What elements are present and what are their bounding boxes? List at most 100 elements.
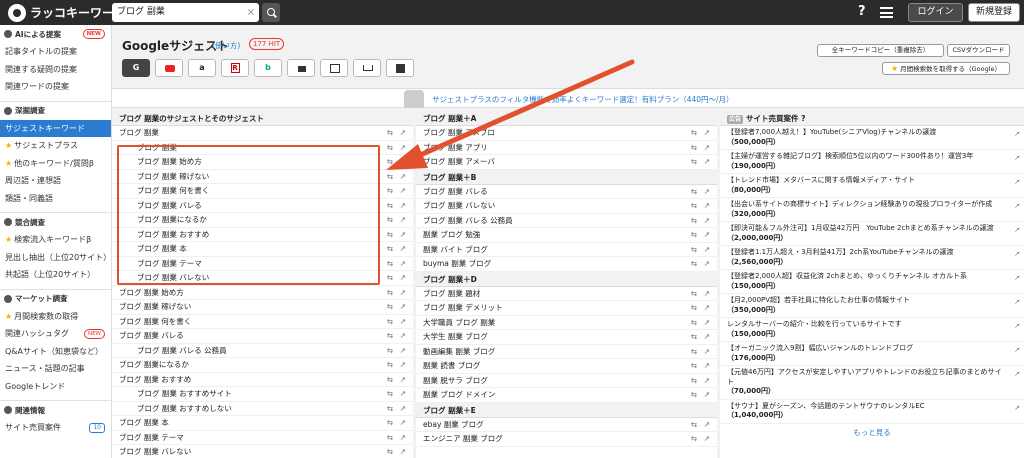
keyword-text[interactable]: buyma 副業 ブログ <box>423 259 491 268</box>
open-icon[interactable]: ↗ <box>400 445 406 458</box>
keyword-text[interactable]: 大学生 副業 ブログ <box>423 332 488 341</box>
sidebar-item[interactable]: Q&Aサイト（知恵袋など） <box>0 343 111 361</box>
open-icon[interactable]: ↗ <box>1014 250 1020 260</box>
keyword-text[interactable]: ブログ 副業 おすすめ <box>119 375 191 384</box>
sidebar-item[interactable]: サジェストキーワード <box>0 119 111 137</box>
keyword-text[interactable]: ブログ 副業 バレる <box>119 331 184 340</box>
sidebar-item[interactable]: ニュース・話題の記事 <box>0 360 111 378</box>
open-icon[interactable]: ↗ <box>704 141 710 156</box>
keyword-text[interactable]: 副業 ブログ 勉強 <box>423 230 480 239</box>
copy-icon[interactable]: ⇆ <box>387 329 393 344</box>
suggest-row[interactable]: ブログ 副業 デメリット ⇆ ↗ <box>416 301 717 316</box>
open-icon[interactable]: ↗ <box>400 126 406 141</box>
keyword-text[interactable]: 副業 バイト ブログ <box>423 245 488 254</box>
sidebar-item[interactable]: 類語・同義語 <box>0 190 111 208</box>
open-icon[interactable]: ↗ <box>400 300 406 315</box>
keyword-text[interactable]: ブログ 副業 テーマ <box>119 433 184 442</box>
copy-icon[interactable]: ⇆ <box>387 431 393 446</box>
open-icon[interactable]: ↗ <box>704 287 710 302</box>
sale-listing[interactable]: 【月2,000PV超】若手社員に特化したお仕事の情報サイト （350,000円） ↗ <box>720 294 1024 318</box>
copy-icon[interactable]: ⇆ <box>387 228 393 243</box>
open-icon[interactable]: ↗ <box>704 199 710 214</box>
copy-icon[interactable]: ⇆ <box>387 286 393 301</box>
copy-icon[interactable]: ⇆ <box>691 199 697 214</box>
copy-icon[interactable]: ⇆ <box>691 418 697 433</box>
open-icon[interactable]: ↗ <box>1014 370 1020 380</box>
suggest-row[interactable]: ブログ 副業 バレる 公務員 ⇆ ↗ <box>112 344 413 358</box>
open-icon[interactable]: ↗ <box>704 418 710 433</box>
copy-icon[interactable]: ⇆ <box>691 214 697 229</box>
keyword-text[interactable]: ブログ 副業 アプリ <box>423 143 488 152</box>
sidebar-item[interactable]: 見出し抽出（上位20サイト） <box>0 249 111 267</box>
listing-title[interactable]: 【登録者2,000人超】収益化済 2chまとめ、ゆっくりチャンネル オカルト系 <box>727 272 1008 282</box>
open-icon[interactable]: ↗ <box>400 141 406 156</box>
open-icon[interactable]: ↗ <box>1014 346 1020 356</box>
suggest-row[interactable]: ブログ 副業 始め方 ⇆ ↗ <box>112 286 413 301</box>
copy-icon[interactable]: ⇆ <box>691 301 697 316</box>
sidebar-item[interactable]: ★ 他のキーワード/質問β <box>0 155 111 173</box>
open-icon[interactable]: ↗ <box>400 315 406 330</box>
suggest-row[interactable]: ブログ 副業 バレる 公務員 ⇆ ↗ <box>416 214 717 229</box>
keyword-text[interactable]: ブログ 副業 デメリット <box>423 303 503 312</box>
copy-icon[interactable]: ⇆ <box>387 141 393 156</box>
keyword-text[interactable]: ブログ 副業 バレる <box>423 187 488 196</box>
logo[interactable]: ラッコキーワード <box>8 3 126 22</box>
open-icon[interactable]: ↗ <box>400 257 406 272</box>
suggest-row[interactable]: ブログ 副業 アメーバ ⇆ ↗ <box>416 155 717 170</box>
search-input[interactable]: ブログ 副業 × <box>112 3 259 22</box>
open-icon[interactable]: ↗ <box>704 126 710 141</box>
keyword-text[interactable]: 副業 読書 ブログ <box>423 361 480 370</box>
suggest-row[interactable]: ブログ 副業 テーマ ⇆ ↗ <box>112 431 413 446</box>
rakuten-tab[interactable]: R <box>221 59 249 77</box>
open-icon[interactable]: ↗ <box>704 155 710 170</box>
open-icon[interactable]: ↗ <box>704 330 710 345</box>
keyword-text[interactable]: ブログ 副業 何を書く <box>119 317 191 326</box>
suggest-row[interactable]: 副業 読書 ブログ ⇆ ↗ <box>416 359 717 374</box>
keyword-text[interactable]: 動画編集 副業 ブログ <box>423 347 495 356</box>
open-icon[interactable]: ↗ <box>1014 226 1020 236</box>
open-icon[interactable]: ↗ <box>704 228 710 243</box>
help-icon[interactable]: ? <box>858 4 866 19</box>
copy-icon[interactable]: ⇆ <box>691 388 697 403</box>
suggest-row[interactable]: ブログ 副業 おすすめ ⇆ ↗ <box>112 373 413 387</box>
keyword-text[interactable]: ブログ 副業 アメーバ <box>423 157 495 166</box>
suggest-row[interactable]: ブログ 副業 本 ⇆ ↗ <box>112 416 413 431</box>
open-icon[interactable]: ↗ <box>400 170 406 185</box>
open-icon[interactable]: ↗ <box>400 242 406 257</box>
copy-icon[interactable]: ⇆ <box>691 155 697 170</box>
sale-listing[interactable]: 【オーガニック流入9割】幅広いジャンルのトレンドブログ （176,000円） ↗ <box>720 342 1024 366</box>
open-icon[interactable]: ↗ <box>704 388 710 403</box>
hamburger-menu-icon[interactable] <box>880 7 893 18</box>
open-icon[interactable]: ↗ <box>400 199 406 214</box>
copy-icon[interactable]: ⇆ <box>691 316 697 331</box>
sidebar-item[interactable]: ★ 検索流入キーワードβ <box>0 231 111 249</box>
sale-listing[interactable]: 【トレンド市場】メタバースに関する情報メディア・サイト （80,000円） ↗ <box>720 174 1024 198</box>
suggest-row[interactable]: ブログ 副業 アプリ ⇆ ↗ <box>416 141 717 156</box>
copy-icon[interactable]: ⇆ <box>691 432 697 447</box>
copy-icon[interactable]: ⇆ <box>691 141 697 156</box>
open-icon[interactable]: ↗ <box>1014 274 1020 284</box>
listing-title[interactable]: 【主婦が運営する雑記ブログ】検索順位5位以内のワード300件あり！運営3年 <box>727 152 1008 162</box>
open-icon[interactable]: ↗ <box>704 374 710 389</box>
listing-title[interactable]: 【サウナ】夏がシーズン、今話題のテントサウナのレンタルEC <box>727 402 1008 412</box>
open-icon[interactable]: ↗ <box>1014 154 1020 164</box>
keyword-text[interactable]: ブログ 副業 始め方 <box>119 288 184 297</box>
suggest-row[interactable]: ブログ 副業 ⇆ ↗ <box>112 126 413 141</box>
copy-icon[interactable]: ⇆ <box>387 257 393 272</box>
keyword-text[interactable]: ブログ 副業 おすすめしない <box>137 404 232 413</box>
listing-title[interactable]: 【元値46万円】アクセスが安定しやすいアプリやトレンドのお役立ち記事のまとめサイ… <box>727 368 1008 387</box>
google-tab[interactable]: G <box>122 59 150 77</box>
keyword-text[interactable]: 副業 脱サラ ブログ <box>423 376 488 385</box>
suggest-row[interactable]: 大学生 副業 ブログ ⇆ ↗ <box>416 330 717 345</box>
sidebar-item[interactable]: ★ 月間検索数の取得 <box>0 308 111 326</box>
sale-listing[interactable]: レンタルサーバーの紹介・比較を行っているサイトです （150,000円） ↗ <box>720 318 1024 342</box>
sidebar-item[interactable]: 周辺語・連想語 <box>0 172 111 190</box>
keyword-text[interactable]: 大学職員 ブログ 副業 <box>423 318 495 327</box>
copy-icon[interactable]: ⇆ <box>387 315 393 330</box>
copy-icon[interactable]: ⇆ <box>691 359 697 374</box>
open-icon[interactable]: ↗ <box>400 155 406 170</box>
amazon-tab[interactable]: a <box>188 59 216 77</box>
keyword-text[interactable]: ブログ 副業 バレる 公務員 <box>423 216 513 225</box>
copy-icon[interactable]: ⇆ <box>691 257 697 272</box>
get-volume-button[interactable]: ★ 月間検索数を取得する（Google） <box>882 62 1010 75</box>
